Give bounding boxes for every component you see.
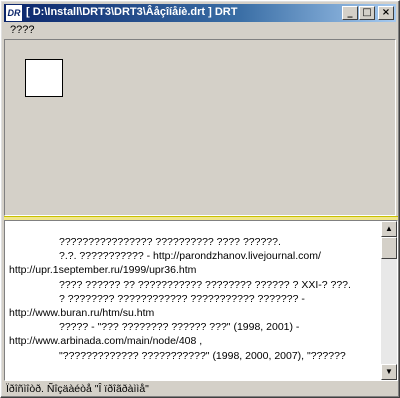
canvas-node[interactable]	[25, 59, 63, 97]
window-title: [ D:\Install\DRT3\DRT3\Âåçîíåíè.drt ] DR…	[26, 6, 238, 18]
status-text: Ïðîñìîòð. Ñîçäàéòå "Î ïðîãðàììå"	[6, 383, 149, 395]
maximize-button[interactable]: □	[359, 6, 375, 20]
text-pane[interactable]: ???????????????? ?????????? ???? ??????.…	[4, 220, 398, 381]
text-line: ? ???????? ???????????? ??????????? ????…	[59, 292, 305, 305]
text-line: "????????????? ???????????" (1998, 2000,…	[59, 349, 346, 362]
text-line: ?.?. ??????????? - http://parondzhanov.l…	[59, 250, 321, 263]
canvas-pane[interactable]	[4, 39, 396, 216]
text-content[interactable]: ???????????????? ?????????? ???? ??????.…	[9, 235, 371, 363]
text-line: ????? - "??? ???????? ?????? ???" (1998,…	[59, 321, 300, 334]
app-window: DR [ D:\Install\DRT3\DRT3\Âåçîíåíè.drt ]…	[0, 0, 400, 398]
text-line: http://www.buran.ru/htm/su.htm	[9, 306, 155, 319]
menu-item-main[interactable]: ????	[10, 24, 34, 36]
vertical-scrollbar[interactable]: ▲ ▼	[381, 221, 397, 380]
text-line: ???????????????? ?????????? ???? ??????.	[59, 236, 281, 248]
scroll-thumb[interactable]	[381, 237, 397, 259]
menu-bar: ????	[4, 23, 396, 39]
app-icon[interactable]: DR	[6, 5, 22, 21]
title-bar[interactable]: DR [ D:\Install\DRT3\DRT3\Âåçîíåíè.drt ]…	[4, 4, 396, 22]
scroll-up-button[interactable]: ▲	[381, 221, 397, 237]
scroll-down-button[interactable]: ▼	[381, 364, 397, 380]
text-line: http://www.arbinada.com/main/node/408 ,	[9, 335, 203, 348]
status-bar: Ïðîñìîòð. Ñîçäàéòå "Î ïðîãðàììå"	[4, 382, 396, 396]
text-line: ???? ?????? ?? ??????????? ???????? ????…	[59, 278, 351, 291]
close-button[interactable]: ×	[378, 6, 394, 20]
minimize-button[interactable]: _	[342, 6, 358, 20]
text-line: http://upr.1september.ru/1999/upr36.htm	[9, 264, 197, 277]
